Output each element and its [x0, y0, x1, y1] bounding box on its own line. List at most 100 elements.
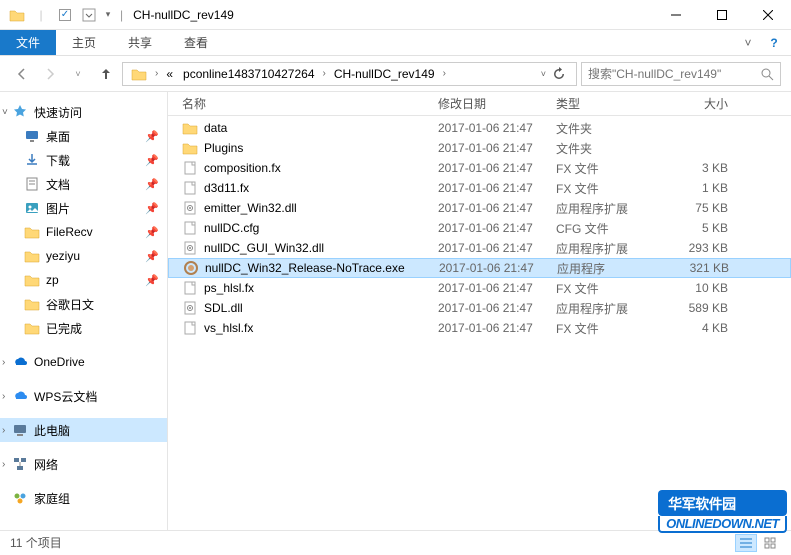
pin-icon: 📌: [145, 130, 159, 143]
file-type: 应用程序扩展: [550, 200, 668, 217]
file-row[interactable]: ps_hlsl.fx 2017-01-06 21:47 FX 文件 10 KB: [168, 278, 791, 298]
chevron-down-icon[interactable]: ˅: [2, 107, 8, 118]
search-box[interactable]: [581, 62, 781, 86]
sidebar-item-quick[interactable]: 下载 📌: [0, 148, 167, 172]
breadcrumb-root-icon[interactable]: [127, 63, 151, 85]
file-row[interactable]: SDL.dll 2017-01-06 21:47 应用程序扩展 589 KB: [168, 298, 791, 318]
file-name: Plugins: [204, 141, 243, 155]
file-row[interactable]: data 2017-01-06 21:47 文件夹: [168, 118, 791, 138]
chevron-right-icon[interactable]: ›: [441, 68, 448, 79]
sidebar-item-wps[interactable]: › WPS云文档: [0, 384, 167, 408]
pin-icon: 📌: [145, 226, 159, 239]
sidebar-item-quick[interactable]: yeziyu 📌: [0, 244, 167, 268]
sidebar-item-quick[interactable]: zp 📌: [0, 268, 167, 292]
chevron-right-icon[interactable]: ›: [321, 68, 328, 79]
sidebar-item-quick-access[interactable]: ˅ 快速访问: [0, 100, 167, 124]
sidebar-item-label: zp: [46, 273, 59, 287]
tab-home[interactable]: 主页: [56, 30, 112, 55]
file-type: 文件夹: [550, 120, 668, 137]
pictures-icon: [24, 200, 40, 216]
qat-checkbox[interactable]: [54, 4, 76, 26]
column-headers: 名称 修改日期 类型 大小: [168, 92, 791, 116]
sidebar-item-label: 图片: [46, 200, 70, 217]
search-icon[interactable]: [760, 67, 774, 81]
folder-icon: [24, 272, 40, 288]
file-date: 2017-01-06 21:47: [432, 281, 550, 295]
up-button[interactable]: [94, 62, 118, 86]
column-header-size[interactable]: 大小: [668, 95, 738, 112]
sidebar-item-quick[interactable]: 谷歌日文: [0, 292, 167, 316]
file-type: CFG 文件: [550, 220, 668, 237]
content-area: 名称 修改日期 类型 大小 data 2017-01-06 21:47 文件夹 …: [168, 92, 791, 530]
file-row[interactable]: Plugins 2017-01-06 21:47 文件夹: [168, 138, 791, 158]
file-row[interactable]: composition.fx 2017-01-06 21:47 FX 文件 3 …: [168, 158, 791, 178]
chevron-right-icon[interactable]: ›: [2, 357, 5, 368]
ribbon-expand-icon[interactable]: ˅: [739, 34, 757, 52]
breadcrumb-dropdown-icon[interactable]: ˅: [541, 69, 546, 79]
qat-dropdown-icon[interactable]: [78, 4, 100, 26]
sidebar-item-onedrive[interactable]: › OneDrive: [0, 350, 167, 374]
file-list[interactable]: data 2017-01-06 21:47 文件夹 Plugins 2017-0…: [168, 116, 791, 530]
minimize-button[interactable]: [653, 0, 699, 30]
maximize-button[interactable]: [699, 0, 745, 30]
column-header-name[interactable]: 名称: [176, 95, 432, 112]
chevron-right-icon[interactable]: ›: [2, 459, 5, 470]
file-row[interactable]: d3d11.fx 2017-01-06 21:47 FX 文件 1 KB: [168, 178, 791, 198]
file-size: 10 KB: [668, 281, 738, 295]
sidebar-label: 网络: [34, 456, 58, 473]
chevron-right-icon[interactable]: ›: [153, 68, 160, 79]
folder-icon: [24, 296, 40, 312]
file-name: nullDC.cfg: [204, 221, 259, 235]
back-button[interactable]: [10, 62, 34, 86]
tab-file[interactable]: 文件: [0, 30, 56, 55]
homegroup-icon: [12, 490, 28, 506]
pin-icon: 📌: [145, 178, 159, 191]
view-details-button[interactable]: [735, 534, 757, 552]
sidebar-item-quick[interactable]: 文档 📌: [0, 172, 167, 196]
file-row[interactable]: nullDC_Win32_Release-NoTrace.exe 2017-01…: [168, 258, 791, 278]
chevron-right-icon[interactable]: ›: [2, 425, 5, 436]
file-row[interactable]: nullDC.cfg 2017-01-06 21:47 CFG 文件 5 KB: [168, 218, 791, 238]
breadcrumb-overflow[interactable]: «: [162, 63, 177, 85]
qat-overflow-icon[interactable]: ▾: [102, 4, 114, 26]
forward-button[interactable]: [38, 62, 62, 86]
view-thumbnails-button[interactable]: [759, 534, 781, 552]
file-name: emitter_Win32.dll: [204, 201, 297, 215]
pin-icon: 📌: [145, 274, 159, 287]
file-type: FX 文件: [550, 180, 668, 197]
sidebar-item-quick[interactable]: 已完成: [0, 316, 167, 340]
file-row[interactable]: vs_hlsl.fx 2017-01-06 21:47 FX 文件 4 KB: [168, 318, 791, 338]
column-header-date[interactable]: 修改日期: [432, 95, 550, 112]
recent-dropdown[interactable]: ˅: [66, 62, 90, 86]
sidebar-item-homegroup[interactable]: 家庭组: [0, 486, 167, 510]
sidebar-item-this-pc[interactable]: › 此电脑: [0, 418, 167, 442]
breadcrumb-item[interactable]: CH-nullDC_rev149: [330, 63, 439, 85]
tab-share[interactable]: 共享: [112, 30, 168, 55]
file-icon: [182, 220, 198, 236]
dll-icon: [182, 200, 198, 216]
file-row[interactable]: emitter_Win32.dll 2017-01-06 21:47 应用程序扩…: [168, 198, 791, 218]
chevron-right-icon[interactable]: ›: [2, 391, 5, 402]
sidebar-item-quick[interactable]: 图片 📌: [0, 196, 167, 220]
window-title: CH-nullDC_rev149: [133, 8, 234, 22]
search-input[interactable]: [588, 67, 756, 81]
folder-icon: [24, 224, 40, 240]
file-date: 2017-01-06 21:47: [432, 121, 550, 135]
dll-icon: [182, 300, 198, 316]
sidebar-item-quick[interactable]: 桌面 📌: [0, 124, 167, 148]
close-button[interactable]: [745, 0, 791, 30]
tab-view[interactable]: 查看: [168, 30, 224, 55]
file-icon: [182, 320, 198, 336]
sidebar-item-quick[interactable]: FileRecv 📌: [0, 220, 167, 244]
refresh-icon[interactable]: [552, 67, 566, 81]
column-header-type[interactable]: 类型: [550, 95, 668, 112]
star-icon: [12, 104, 28, 120]
file-row[interactable]: nullDC_GUI_Win32.dll 2017-01-06 21:47 应用…: [168, 238, 791, 258]
sidebar-label: 此电脑: [34, 422, 70, 439]
help-icon[interactable]: ?: [765, 34, 783, 52]
file-size: 3 KB: [668, 161, 738, 175]
breadcrumb-item[interactable]: pconline1483710427264: [179, 63, 318, 85]
sidebar-item-label: 下载: [46, 152, 70, 169]
breadcrumb[interactable]: › « pconline1483710427264 › CH-nullDC_re…: [122, 62, 577, 86]
sidebar-item-network[interactable]: › 网络: [0, 452, 167, 476]
